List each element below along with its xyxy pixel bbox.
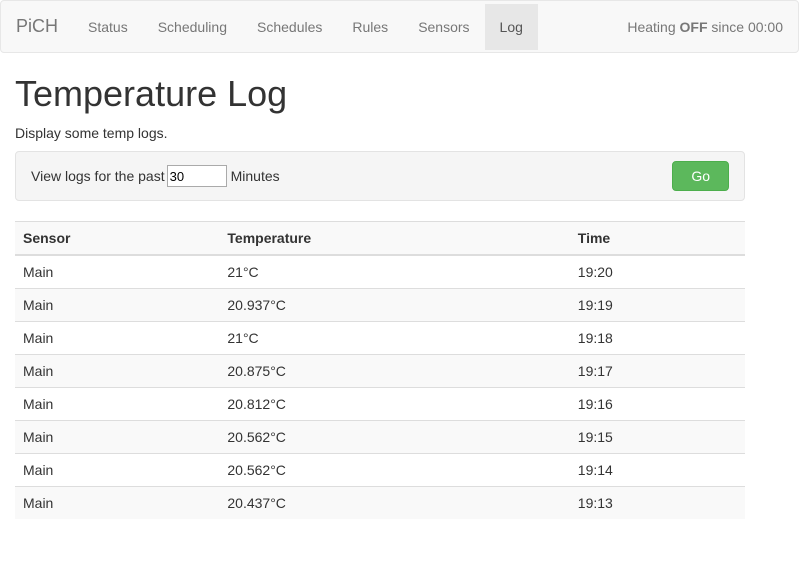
cell-time: 19:19 xyxy=(570,289,745,322)
filter-unit-label: Minutes xyxy=(231,168,280,184)
cell-time: 19:17 xyxy=(570,355,745,388)
nav-item-schedules[interactable]: Schedules xyxy=(242,4,337,50)
cell-time: 19:20 xyxy=(570,255,745,289)
brand-link[interactable]: PiCH xyxy=(16,1,73,52)
cell-sensor: Main xyxy=(15,255,219,289)
table-row: Main20.875°C19:17 xyxy=(15,355,745,388)
status-suffix: since 00:00 xyxy=(708,19,784,35)
status-state: OFF xyxy=(680,19,708,35)
header-sensor: Sensor xyxy=(15,222,219,256)
nav-item-sensors[interactable]: Sensors xyxy=(403,4,484,50)
nav-item-status[interactable]: Status xyxy=(73,4,143,50)
table-header-row: Sensor Temperature Time xyxy=(15,222,745,256)
main-container: Temperature Log Display some temp logs. … xyxy=(0,73,760,519)
navbar: PiCH StatusSchedulingSchedulesRulesSenso… xyxy=(0,0,799,53)
table-row: Main21°C19:18 xyxy=(15,322,745,355)
heating-status: Heating OFF since 00:00 xyxy=(627,19,783,35)
cell-time: 19:13 xyxy=(570,487,745,520)
cell-sensor: Main xyxy=(15,454,219,487)
cell-sensor: Main xyxy=(15,487,219,520)
cell-time: 19:16 xyxy=(570,388,745,421)
cell-time: 19:14 xyxy=(570,454,745,487)
cell-temperature: 20.437°C xyxy=(219,487,569,520)
cell-temperature: 21°C xyxy=(219,322,569,355)
cell-sensor: Main xyxy=(15,421,219,454)
cell-temperature: 20.812°C xyxy=(219,388,569,421)
table-row: Main20.562°C19:15 xyxy=(15,421,745,454)
cell-temperature: 21°C xyxy=(219,255,569,289)
filter-prefix-label: View logs for the past xyxy=(31,168,165,184)
nav-item-log[interactable]: Log xyxy=(485,4,538,50)
table-row: Main20.812°C19:16 xyxy=(15,388,745,421)
filter-well: View logs for the past Minutes Go xyxy=(15,151,745,201)
log-table: Sensor Temperature Time Main21°C19:20Mai… xyxy=(15,221,745,519)
table-row: Main20.937°C19:19 xyxy=(15,289,745,322)
nav-item-rules[interactable]: Rules xyxy=(337,4,403,50)
cell-temperature: 20.937°C xyxy=(219,289,569,322)
header-time: Time xyxy=(570,222,745,256)
status-prefix: Heating xyxy=(627,19,679,35)
table-row: Main21°C19:20 xyxy=(15,255,745,289)
page-subtitle: Display some temp logs. xyxy=(15,125,745,141)
header-temperature: Temperature xyxy=(219,222,569,256)
table-row: Main20.437°C19:13 xyxy=(15,487,745,520)
cell-sensor: Main xyxy=(15,289,219,322)
minutes-input[interactable] xyxy=(167,165,227,187)
cell-time: 19:15 xyxy=(570,421,745,454)
cell-sensor: Main xyxy=(15,388,219,421)
cell-sensor: Main xyxy=(15,355,219,388)
go-button[interactable]: Go xyxy=(672,161,729,191)
page-title: Temperature Log xyxy=(15,73,745,115)
nav-item-scheduling[interactable]: Scheduling xyxy=(143,4,242,50)
cell-temperature: 20.562°C xyxy=(219,454,569,487)
cell-temperature: 20.562°C xyxy=(219,421,569,454)
table-row: Main20.562°C19:14 xyxy=(15,454,745,487)
cell-temperature: 20.875°C xyxy=(219,355,569,388)
cell-sensor: Main xyxy=(15,322,219,355)
nav-links: StatusSchedulingSchedulesRulesSensorsLog xyxy=(73,4,538,50)
cell-time: 19:18 xyxy=(570,322,745,355)
